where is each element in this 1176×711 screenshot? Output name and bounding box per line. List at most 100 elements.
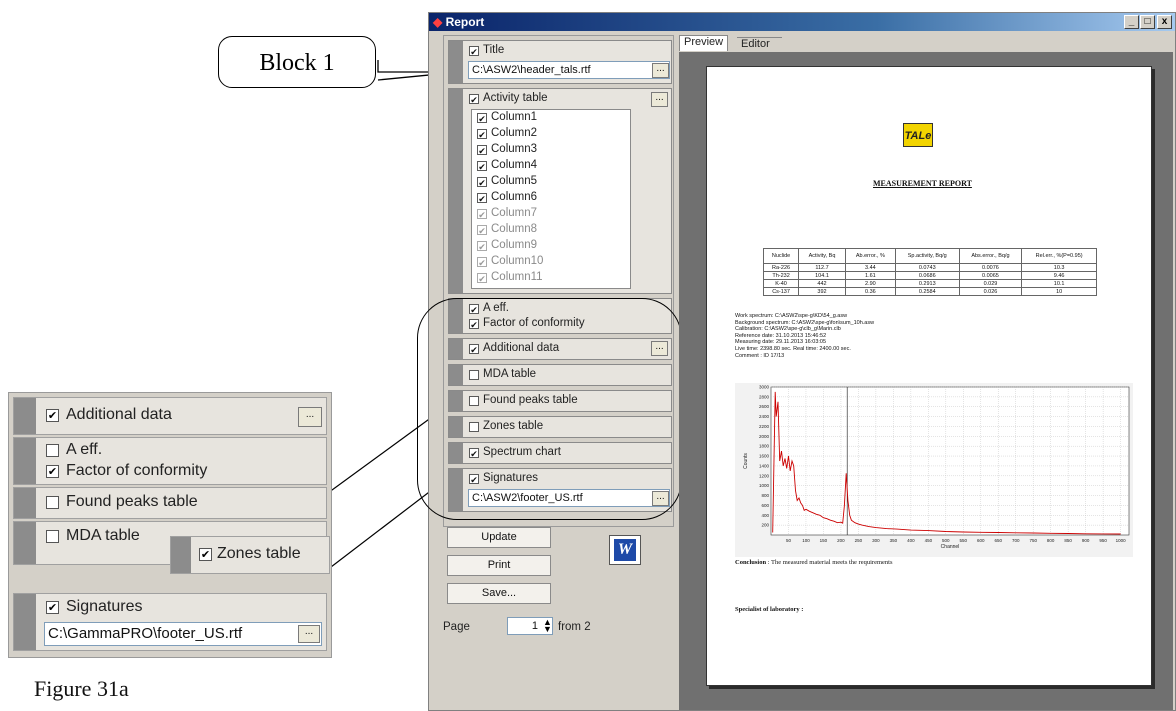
- column-checkbox[interactable]: ✔: [477, 113, 487, 124]
- inset-grip[interactable]: [14, 594, 36, 650]
- table-header-cell: Rel.err., %(P=0.95): [1021, 248, 1097, 264]
- column-checkbox[interactable]: ✔: [477, 193, 487, 204]
- block-grip[interactable]: [449, 89, 463, 293]
- block-activity-table[interactable]: ✔ Activity table ... ✔ Column1 ✔ Column2 ✔ Co…: [448, 88, 672, 294]
- activity-label: Activity table: [483, 92, 548, 104]
- column-checkbox[interactable]: ✔: [477, 273, 487, 284]
- column-checkbox[interactable]: ✔: [477, 209, 487, 220]
- app-icon: ◆: [433, 15, 443, 29]
- title-dots-button[interactable]: ...: [652, 63, 669, 78]
- column-item[interactable]: ✔ Column10: [472, 254, 630, 270]
- y-tick-label: 1400: [759, 463, 770, 468]
- x-tick-label: 1000: [1116, 538, 1127, 543]
- minimize-button[interactable]: _: [1124, 15, 1139, 29]
- columns-list[interactable]: ✔ Column1 ✔ Column2 ✔ Column3 ✔ Column4 ✔ Column5…: [471, 109, 631, 289]
- x-tick-label: 800: [1047, 538, 1055, 543]
- column-checkbox[interactable]: ✔: [477, 129, 487, 140]
- activity-checkbox[interactable]: ✔: [469, 94, 479, 105]
- table-header-cell: Nuclide: [762, 248, 800, 264]
- word-export-button[interactable]: W: [609, 535, 641, 565]
- y-tick-label: 1800: [759, 444, 770, 449]
- inset-label-zones: Zones table: [217, 545, 301, 562]
- title-bar: ◆ Report: [429, 13, 1175, 31]
- table-cell: 10.1: [1021, 279, 1097, 288]
- inset-checkbox-conformity[interactable]: ✔: [46, 465, 59, 478]
- block-grip[interactable]: [449, 41, 463, 83]
- column-label: Column10: [491, 255, 544, 267]
- plot-area: [770, 386, 1130, 536]
- inset-checkbox-signatures[interactable]: ✔: [46, 601, 59, 614]
- inset-signatures-path-field[interactable]: C:\GammaPRO\footer_US.rtf: [44, 622, 322, 646]
- table-cell: 104.1: [798, 271, 846, 280]
- column-item[interactable]: ✔ Column9: [472, 238, 630, 254]
- column-checkbox[interactable]: ✔: [477, 225, 487, 236]
- column-checkbox[interactable]: ✔: [477, 145, 487, 156]
- column-item[interactable]: ✔ Column4: [472, 158, 630, 174]
- column-item[interactable]: ✔ Column1: [472, 110, 630, 126]
- table-cell: 0.2913: [894, 279, 960, 288]
- inset-checkbox-additional[interactable]: ✔: [46, 409, 59, 422]
- column-checkbox[interactable]: ✔: [477, 161, 487, 172]
- column-item[interactable]: ✔ Column3: [472, 142, 630, 158]
- inset-row-found-peaks[interactable]: Found peaks table: [13, 487, 327, 519]
- inset-additional-dots-button[interactable]: ...: [298, 407, 322, 427]
- update-button[interactable]: Update: [447, 527, 551, 548]
- info-line: Measuring date: 29.11.2013 16:03:05: [735, 339, 827, 346]
- column-checkbox[interactable]: ✔: [477, 177, 487, 188]
- inset-checkbox-mda[interactable]: [46, 530, 59, 543]
- column-item[interactable]: ✔ Column2: [472, 126, 630, 142]
- inset-grip[interactable]: [14, 398, 36, 434]
- column-item[interactable]: ✔ Column8: [472, 222, 630, 238]
- inset-grip[interactable]: [14, 438, 36, 484]
- x-tick-label: 100: [802, 538, 810, 543]
- table-cell: 392: [798, 287, 846, 296]
- inset-row-zones[interactable]: ✔ Zones table: [170, 536, 330, 574]
- tab-editor[interactable]: Editor: [737, 37, 782, 51]
- inset-row-signatures[interactable]: ✔ Signatures C:\GammaPRO\footer_US.rtf .…: [13, 593, 327, 651]
- title-path-field[interactable]: C:\ASW2\header_tals.rtf: [468, 61, 670, 79]
- spectrum-chart: 50 100 150 200 250 300 350 400 450 500 550 600 650 70…: [735, 383, 1133, 557]
- block-title[interactable]: ✔ Title C:\ASW2\header_tals.rtf ...: [448, 40, 672, 84]
- inset-signatures-dots-button[interactable]: ...: [298, 625, 320, 643]
- conclusion-label: Conclusion: [735, 559, 767, 566]
- y-tick-label: 1600: [759, 454, 770, 459]
- inset-row-additional[interactable]: ✔ Additional data ...: [13, 397, 327, 435]
- x-tick-label: 350: [890, 538, 898, 543]
- table-cell: 0.026: [958, 287, 1023, 296]
- title-checkbox[interactable]: ✔: [469, 46, 479, 57]
- column-checkbox[interactable]: ✔: [477, 241, 487, 252]
- column-item[interactable]: ✔ Column5: [472, 174, 630, 190]
- inset-grip[interactable]: [171, 537, 191, 573]
- info-line: Background spectrum: C:\ASW2\spe-g\fon\s…: [735, 319, 875, 326]
- column-item[interactable]: ✔ Column11: [472, 270, 630, 286]
- x-tick-label: 850: [1064, 538, 1072, 543]
- save-button[interactable]: Save...: [447, 583, 551, 604]
- close-button[interactable]: x: [1157, 15, 1172, 29]
- x-tick-label: 950: [1099, 538, 1107, 543]
- tab-preview[interactable]: Preview: [679, 35, 729, 51]
- spinner-arrows-icon[interactable]: ▲ ▼: [543, 618, 552, 634]
- activity-dots-button[interactable]: ...: [651, 92, 668, 107]
- inset-checkbox-aeff[interactable]: [46, 444, 59, 457]
- x-tick-label: 900: [1082, 538, 1090, 543]
- maximize-button[interactable]: □: [1140, 15, 1155, 29]
- inset-grip[interactable]: [14, 522, 36, 564]
- inset-grip[interactable]: [14, 488, 36, 518]
- x-tick-label: 150: [820, 538, 828, 543]
- column-label: Column3: [491, 143, 538, 155]
- enlarged-inset: ✔ Additional data ... A eff. ✔ Factor of…: [8, 392, 332, 658]
- inset-row-aeff[interactable]: A eff. ✔ Factor of conformity: [13, 437, 327, 485]
- y-tick-label: 600: [761, 503, 769, 508]
- info-line: Reference date: 31.10.2013 15:46:52: [735, 332, 827, 339]
- word-icon: W: [614, 539, 636, 561]
- column-checkbox[interactable]: ✔: [477, 257, 487, 268]
- inset-checkbox-zones[interactable]: ✔: [199, 548, 212, 561]
- print-button[interactable]: Print: [447, 555, 551, 576]
- inset-checkbox-found-peaks[interactable]: [46, 496, 59, 509]
- column-item[interactable]: ✔ Column6: [472, 190, 630, 206]
- inset-label-mda: MDA table: [66, 527, 140, 544]
- page-total: from 2: [558, 621, 591, 633]
- column-item[interactable]: ✔ Column7: [472, 206, 630, 222]
- x-tick-label: 200: [837, 538, 845, 543]
- table-cell: 2.90: [844, 279, 896, 288]
